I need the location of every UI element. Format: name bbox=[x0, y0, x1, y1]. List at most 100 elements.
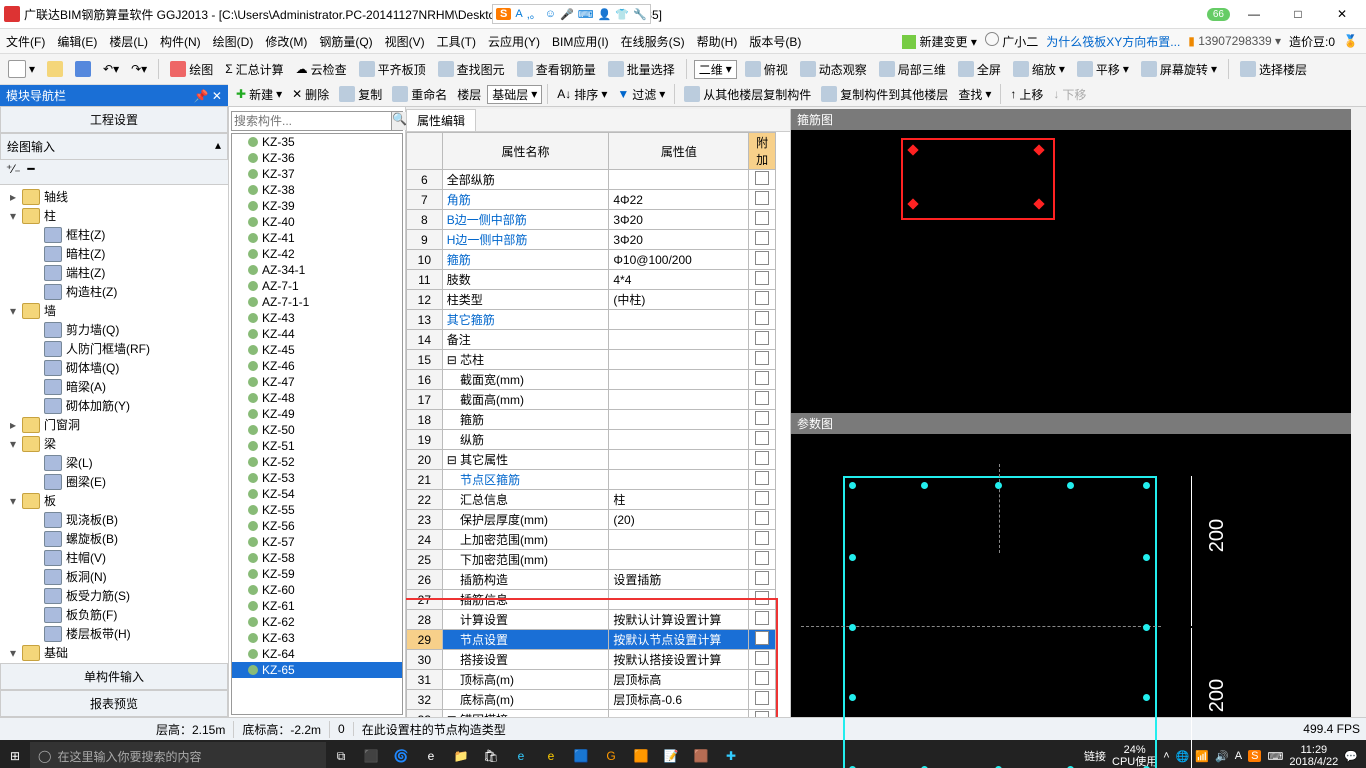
tree-item[interactable]: 螺旋板(B) bbox=[0, 529, 228, 548]
ime-item[interactable]: ,。 bbox=[527, 6, 541, 22]
prop-row[interactable]: 20⊟ 其它属性 bbox=[407, 450, 776, 470]
tray-sogou-icon[interactable]: S bbox=[1248, 750, 1261, 762]
menu-cloud[interactable]: 云应用(Y) bbox=[482, 33, 546, 50]
prop-row[interactable]: 11肢数4*4 bbox=[407, 270, 776, 290]
explorer-icon[interactable]: 📁 bbox=[446, 741, 476, 768]
top-view-button[interactable]: 俯视 bbox=[741, 61, 792, 78]
ime-item[interactable]: ⌨ bbox=[578, 8, 594, 21]
close-button[interactable]: ✕ bbox=[1322, 4, 1362, 24]
menu-floor[interactable]: 楼层(L) bbox=[103, 33, 154, 50]
pan-button[interactable]: 平移 ▾ bbox=[1073, 61, 1133, 78]
prop-row[interactable]: 16 截面宽(mm) bbox=[407, 370, 776, 390]
tree-item[interactable]: 板负筋(F) bbox=[0, 605, 228, 624]
tree-item[interactable]: 砌体墙(Q) bbox=[0, 358, 228, 377]
prop-row[interactable]: 33⊟ 锚固搭接 bbox=[407, 710, 776, 718]
prop-row[interactable]: 12柱类型(中柱) bbox=[407, 290, 776, 310]
component-item[interactable]: KZ-58 bbox=[232, 550, 402, 566]
tree-item[interactable]: 现浇板(B) bbox=[0, 510, 228, 529]
ime-item[interactable]: 👤 bbox=[598, 8, 612, 21]
tree-item[interactable]: 楼层板带(H) bbox=[0, 624, 228, 643]
app-icon-4[interactable]: G bbox=[596, 741, 626, 768]
edge-icon[interactable]: e bbox=[416, 741, 446, 768]
menu-online[interactable]: 在线服务(S) bbox=[615, 33, 691, 50]
app-icon-7[interactable]: 🟫 bbox=[686, 741, 716, 768]
component-item[interactable]: KZ-42 bbox=[232, 246, 402, 262]
menu-edit[interactable]: 编辑(E) bbox=[51, 33, 103, 50]
menu-file[interactable]: 文件(F) bbox=[0, 33, 51, 50]
component-item[interactable]: KZ-46 bbox=[232, 358, 402, 374]
fullscreen-button[interactable]: 全屏 bbox=[954, 61, 1005, 78]
component-item[interactable]: KZ-39 bbox=[232, 198, 402, 214]
tree-item[interactable]: 人防门框墙(RF) bbox=[0, 339, 228, 358]
param-canvas[interactable]: 200 200 200 200 bbox=[791, 434, 1351, 717]
prop-row[interactable]: 22 汇总信息柱 bbox=[407, 490, 776, 510]
component-item[interactable]: KZ-36 bbox=[232, 150, 402, 166]
tree-folder[interactable]: ▸轴线 bbox=[0, 187, 228, 206]
menu-steel[interactable]: 钢筋量(Q) bbox=[313, 33, 378, 50]
maximize-button[interactable]: □ bbox=[1278, 4, 1318, 24]
component-item[interactable]: KZ-57 bbox=[232, 534, 402, 550]
find-element-button[interactable]: 查找图元 bbox=[434, 61, 509, 78]
stirrup-canvas[interactable] bbox=[791, 130, 1351, 413]
component-search[interactable]: 🔍 bbox=[231, 111, 403, 131]
component-item[interactable]: KZ-45 bbox=[232, 342, 402, 358]
copy-from-floor-button[interactable]: 从其他楼层复制构件 bbox=[680, 86, 815, 103]
component-item[interactable]: AZ-7-1-1 bbox=[232, 294, 402, 310]
nav-tree[interactable]: ▸轴线▾柱框柱(Z)暗柱(Z)端柱(Z)构造柱(Z)▾墙剪力墙(Q)人防门框墙(… bbox=[0, 185, 228, 663]
component-item[interactable]: KZ-53 bbox=[232, 470, 402, 486]
component-item[interactable]: KZ-47 bbox=[232, 374, 402, 390]
component-item[interactable]: KZ-62 bbox=[232, 614, 402, 630]
tab-properties[interactable]: 属性编辑 bbox=[406, 109, 476, 131]
app-icon-2[interactable]: 🌀 bbox=[386, 741, 416, 768]
find-button[interactable]: 查找 ▾ bbox=[954, 86, 995, 103]
start-button[interactable]: ⊞ bbox=[0, 741, 30, 768]
undo-icon[interactable]: ↶▾ bbox=[99, 62, 123, 76]
tab-project-settings[interactable]: 工程设置 bbox=[0, 106, 228, 133]
tree-item[interactable]: 砌体加筋(Y) bbox=[0, 396, 228, 415]
tree-item[interactable]: 圈梁(E) bbox=[0, 472, 228, 491]
ime-item[interactable]: 👕 bbox=[615, 8, 629, 21]
menu-modify[interactable]: 修改(M) bbox=[259, 33, 313, 50]
store-icon[interactable]: 🛍 bbox=[476, 741, 506, 768]
prop-row[interactable]: 21 节点区箍筋 bbox=[407, 470, 776, 490]
delete-button[interactable]: ✕ 删除 bbox=[288, 86, 333, 103]
prop-row[interactable]: 32 底标高(m)层顶标高-0.6 bbox=[407, 690, 776, 710]
tree-folder[interactable]: ▾墙 bbox=[0, 301, 228, 320]
component-item[interactable]: KZ-43 bbox=[232, 310, 402, 326]
new-change-button[interactable]: 新建变更 ▾ bbox=[902, 33, 977, 50]
component-item[interactable]: KZ-48 bbox=[232, 390, 402, 406]
prop-row[interactable]: 27 插筋信息 bbox=[407, 590, 776, 610]
redo-icon[interactable]: ↷▾ bbox=[127, 62, 151, 76]
sort-button[interactable]: A↓ 排序 ▾ bbox=[553, 86, 611, 103]
tree-item[interactable]: 框柱(Z) bbox=[0, 225, 228, 244]
search-input[interactable] bbox=[232, 112, 391, 130]
search-button[interactable]: 🔍 bbox=[391, 112, 407, 130]
tree-item[interactable]: 板洞(N) bbox=[0, 567, 228, 586]
task-view-icon[interactable]: ⧉ bbox=[326, 741, 356, 768]
component-item[interactable]: KZ-51 bbox=[232, 438, 402, 454]
app-icon-3[interactable]: 🟦 bbox=[566, 741, 596, 768]
component-item[interactable]: KZ-40 bbox=[232, 214, 402, 230]
tree-folder[interactable]: ▾板 bbox=[0, 491, 228, 510]
minimize-button[interactable]: — bbox=[1234, 4, 1274, 24]
component-item[interactable]: KZ-37 bbox=[232, 166, 402, 182]
account-label[interactable]: ▮ 13907298339 ▾ bbox=[1188, 34, 1281, 48]
tree-item[interactable]: 梁(L) bbox=[0, 453, 228, 472]
copy-to-floor-button[interactable]: 复制构件到其他楼层 bbox=[817, 86, 952, 103]
prop-row[interactable]: 13其它箍筋 bbox=[407, 310, 776, 330]
move-up-button[interactable]: ↑ 上移 bbox=[1006, 86, 1047, 103]
menu-component[interactable]: 构件(N) bbox=[154, 33, 207, 50]
prop-row[interactable]: 9H边一侧中部筋3Φ20 bbox=[407, 230, 776, 250]
notification-badge[interactable]: 66 bbox=[1207, 8, 1230, 21]
component-item[interactable]: KZ-65 bbox=[232, 662, 402, 678]
nav-pin-icon[interactable]: 📌 ✕ bbox=[194, 89, 222, 103]
rotate-button[interactable]: 屏幕旋转 ▾ bbox=[1137, 61, 1221, 78]
new-button[interactable]: ✚新建 ▾ bbox=[232, 86, 286, 103]
menu-tool[interactable]: 工具(T) bbox=[431, 33, 482, 50]
property-table[interactable]: 属性名称 属性值 附加 6全部纵筋7角筋4Φ228B边一侧中部筋3Φ209H边一… bbox=[406, 132, 776, 717]
tray-clock[interactable]: 11:292018/4/22 bbox=[1289, 744, 1338, 768]
ie-icon[interactable]: e bbox=[506, 741, 536, 768]
component-item[interactable]: KZ-52 bbox=[232, 454, 402, 470]
tree-folder[interactable]: ▸门窗洞 bbox=[0, 415, 228, 434]
draw-button[interactable]: 绘图 bbox=[166, 61, 217, 78]
